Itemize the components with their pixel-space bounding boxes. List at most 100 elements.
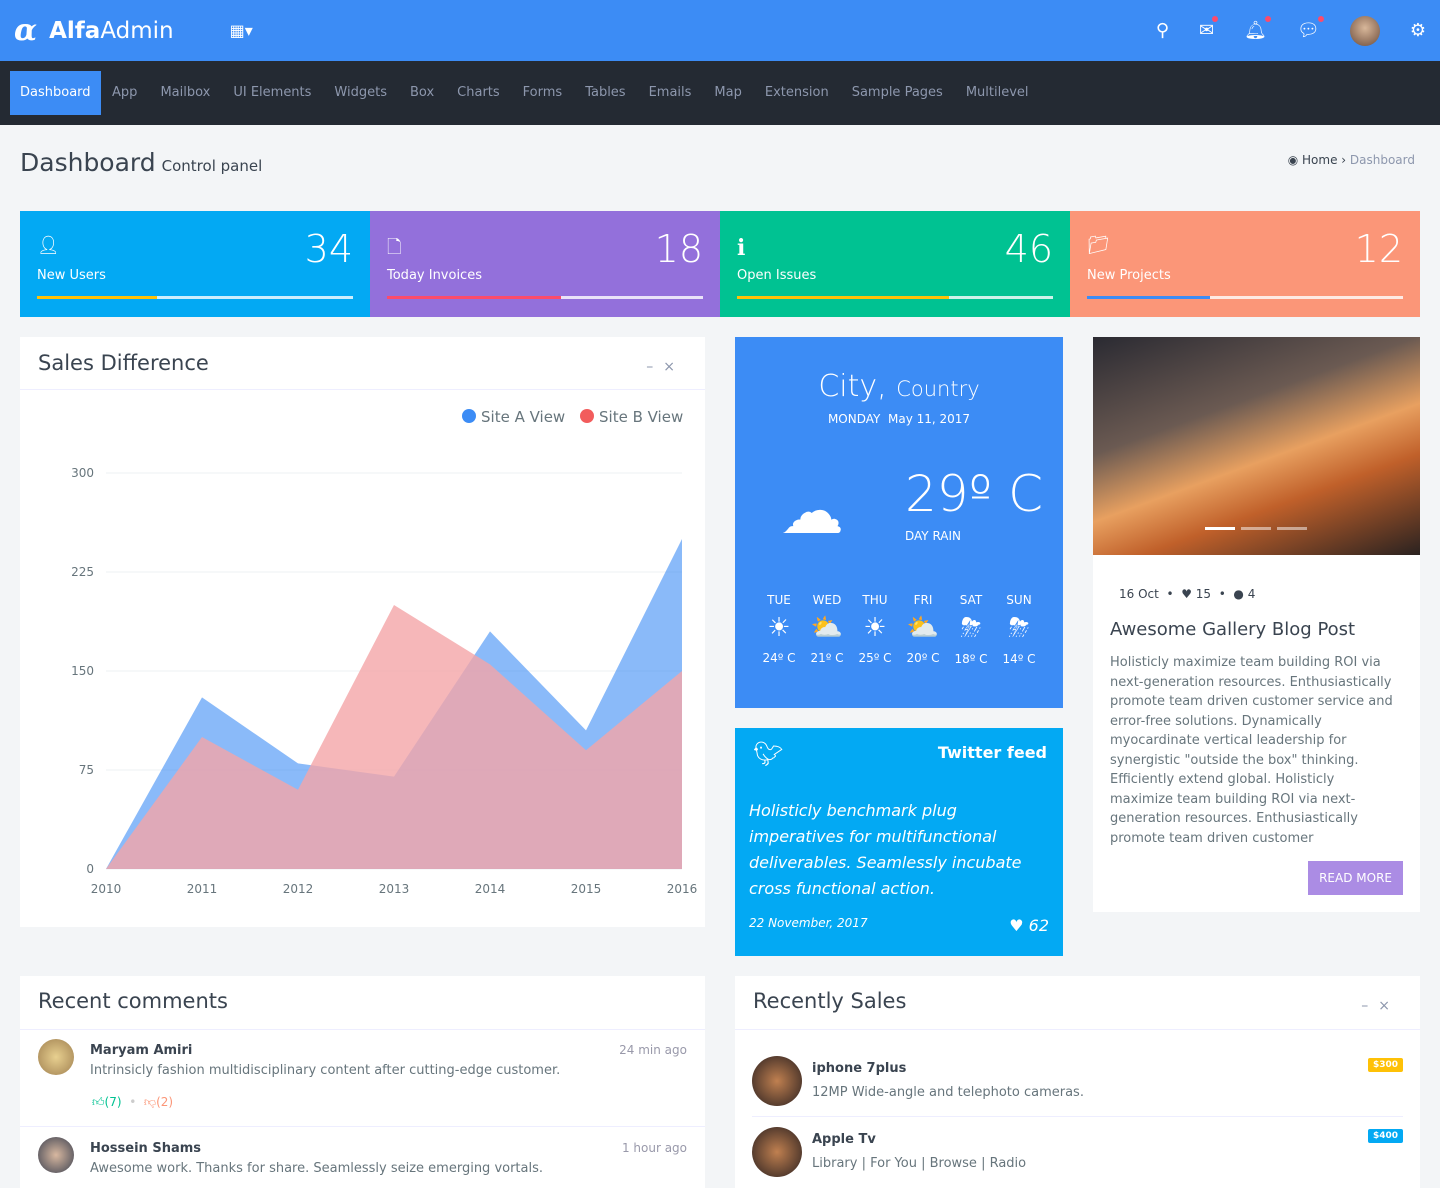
nav-item-charts[interactable]: Charts [446,71,512,115]
weather-icon: ☀ [863,613,887,643]
breadcrumb-home[interactable]: Home [1302,153,1337,167]
comment-time: 1 hour ago [621,1141,687,1155]
twitter-feed-card: 🐦︎ Twitter feed Holisticly benchmark plu… [735,728,1063,956]
brand-bold: Alfa [49,17,101,44]
carousel-indicators[interactable] [1205,527,1307,530]
tweet-likes[interactable]: ♥ 62 [1009,916,1049,935]
weather-icon: ⛈ [960,613,982,643]
comment-text: Awesome work. Thanks for share. Seamless… [90,1161,544,1176]
forecast-day-name: FRI [913,593,933,607]
forecast-day: SAT ⛈ 18º C [949,593,993,666]
comment-item: Hossein Shams Awesome work. Thanks for s… [20,1127,705,1176]
nav-item-tables[interactable]: Tables [574,71,637,115]
forecast-day: FRI ⛅ 20º C [901,593,945,666]
stat-value: 34 [304,227,353,271]
forecast-temp: 14º C [1002,652,1036,666]
read-more-button[interactable]: READ MORE [1308,861,1403,895]
chat-icon[interactable]: 💬︎ [1297,16,1324,41]
heart-icon: ♥ [1009,916,1024,935]
nav-item-dashboard[interactable]: Dashboard [10,71,101,115]
product-image [752,1127,802,1177]
product-name: Apple Tv [812,1132,876,1147]
weather-temp: 29º C [905,465,1043,523]
nav-item-box[interactable]: Box [398,71,445,115]
search-icon[interactable]: ⚲ [1156,20,1169,41]
comment-item: Maryam Amiri Intrinsicly fashion multidi… [20,1029,705,1127]
nav-item-map[interactable]: Map [703,71,753,115]
weather-condition: DAY RAIN [905,529,962,543]
x-tick-label: 2016 [667,882,698,896]
like-button[interactable]: 👍︎(7) [92,1095,122,1109]
legend-label[interactable]: Site B View [599,408,683,426]
stat-value: 12 [1354,227,1403,271]
page-subtitle: Control panel [161,157,263,175]
user-avatar[interactable] [1349,15,1380,46]
gear-icon[interactable]: ⚙ [1410,20,1426,41]
product-desc: Library | For You | Browse | Radio [812,1156,1027,1171]
y-tick-label: 75 [79,763,94,777]
main-nav: Dashboard App Mailbox UI Elements Widgets Box… [0,61,1440,125]
apps-grid-icon[interactable]: ▦▾ [230,21,253,40]
nav-item-multilevel[interactable]: Multilevel [954,71,1040,115]
stat-progress [737,296,1053,299]
nav-item-app[interactable]: App [101,71,149,115]
weather-icon: ☀ [767,613,791,643]
legend-label[interactable]: Site A View [481,408,565,426]
product-name: iphone 7plus [812,1061,907,1076]
recently-sales-card: Recently Sales –× iphone 7plus 12MP Wide… [735,976,1420,1188]
forecast-day: WED ⛅ 21º C [805,593,849,666]
product-image [752,1056,802,1106]
blog-meta: 16 Oct • ♥ 15 • ● 4 [1119,587,1256,601]
stat-label: New Users [37,268,106,283]
price-badge: $400 [1367,1129,1403,1143]
avatar [38,1137,74,1173]
stat-card: 🗋 Today Invoices 18 [370,211,720,317]
comment-author: Maryam Amiri [90,1043,193,1058]
forecast-temp: 18º C [954,652,988,666]
forecast-temp: 25º C [858,651,892,665]
comment-text: Intrinsicly fashion multidisciplinary co… [90,1063,561,1078]
nav-item-extension[interactable]: Extension [753,71,840,115]
x-tick-label: 2011 [187,882,218,896]
sales-difference-card: Sales Difference –× 0 75 150 225 300 2010 2011… [20,337,705,927]
forecast-day: SUN ⛈ 14º C [997,593,1041,666]
logo[interactable]: α AlfaAdmin [14,13,174,48]
x-tick-label: 2015 [571,882,602,896]
info-icon: i [737,235,746,261]
nav-item-sample-pages[interactable]: Sample Pages [840,71,954,115]
stat-progress [37,296,353,299]
breadcrumb-current: Dashboard [1349,153,1415,167]
weather-date: MONDAY May 11, 2017 [827,412,971,426]
stat-progress [1087,296,1403,299]
stat-progress [387,296,703,299]
legend-marker [462,409,476,423]
blog-text: Holisticly maximize team building ROI vi… [1110,655,1393,846]
user-icon: 👤︎ [37,235,60,256]
alpha-logo-icon: α [14,13,38,48]
stat-card: i Open Issues 46 [720,211,1070,317]
forecast-temp: 24º C [762,651,796,665]
blog-image [1093,337,1420,555]
stat-value: 18 [654,227,703,271]
nav-item-emails[interactable]: Emails [637,71,703,115]
weather-icon: ⛈ [1008,613,1030,643]
nav-item-ui-elements[interactable]: UI Elements [222,71,323,115]
forecast-day-name: THU [862,593,888,607]
forecast-day-name: WED [812,593,842,607]
file-icon: 🗋 [387,237,402,258]
nav-item-forms[interactable]: Forms [511,71,574,115]
twitter-icon: 🐦︎ [753,740,784,768]
brand-light: Admin [100,17,174,44]
card-controls[interactable]: –× [1361,998,1400,1014]
y-tick-label: 225 [71,565,94,579]
recent-comments-card: Recent comments Maryam Amiri Intrinsicly… [20,976,705,1188]
dislike-button[interactable]: 👎︎(2) [144,1095,173,1109]
nav-item-mailbox[interactable]: Mailbox [149,71,222,115]
tweet-text: Holisticly benchmark plug imperatives fo… [749,801,1022,898]
rain-cloud-icon: ☁ [780,475,844,549]
nav-item-widgets[interactable]: Widgets [323,71,399,115]
mail-icon[interactable]: ✉ [1199,16,1219,41]
bell-icon[interactable]: 🔔︎ [1244,16,1271,41]
forecast-temp: 20º C [906,651,940,665]
forecast-temp: 21º C [810,651,844,665]
